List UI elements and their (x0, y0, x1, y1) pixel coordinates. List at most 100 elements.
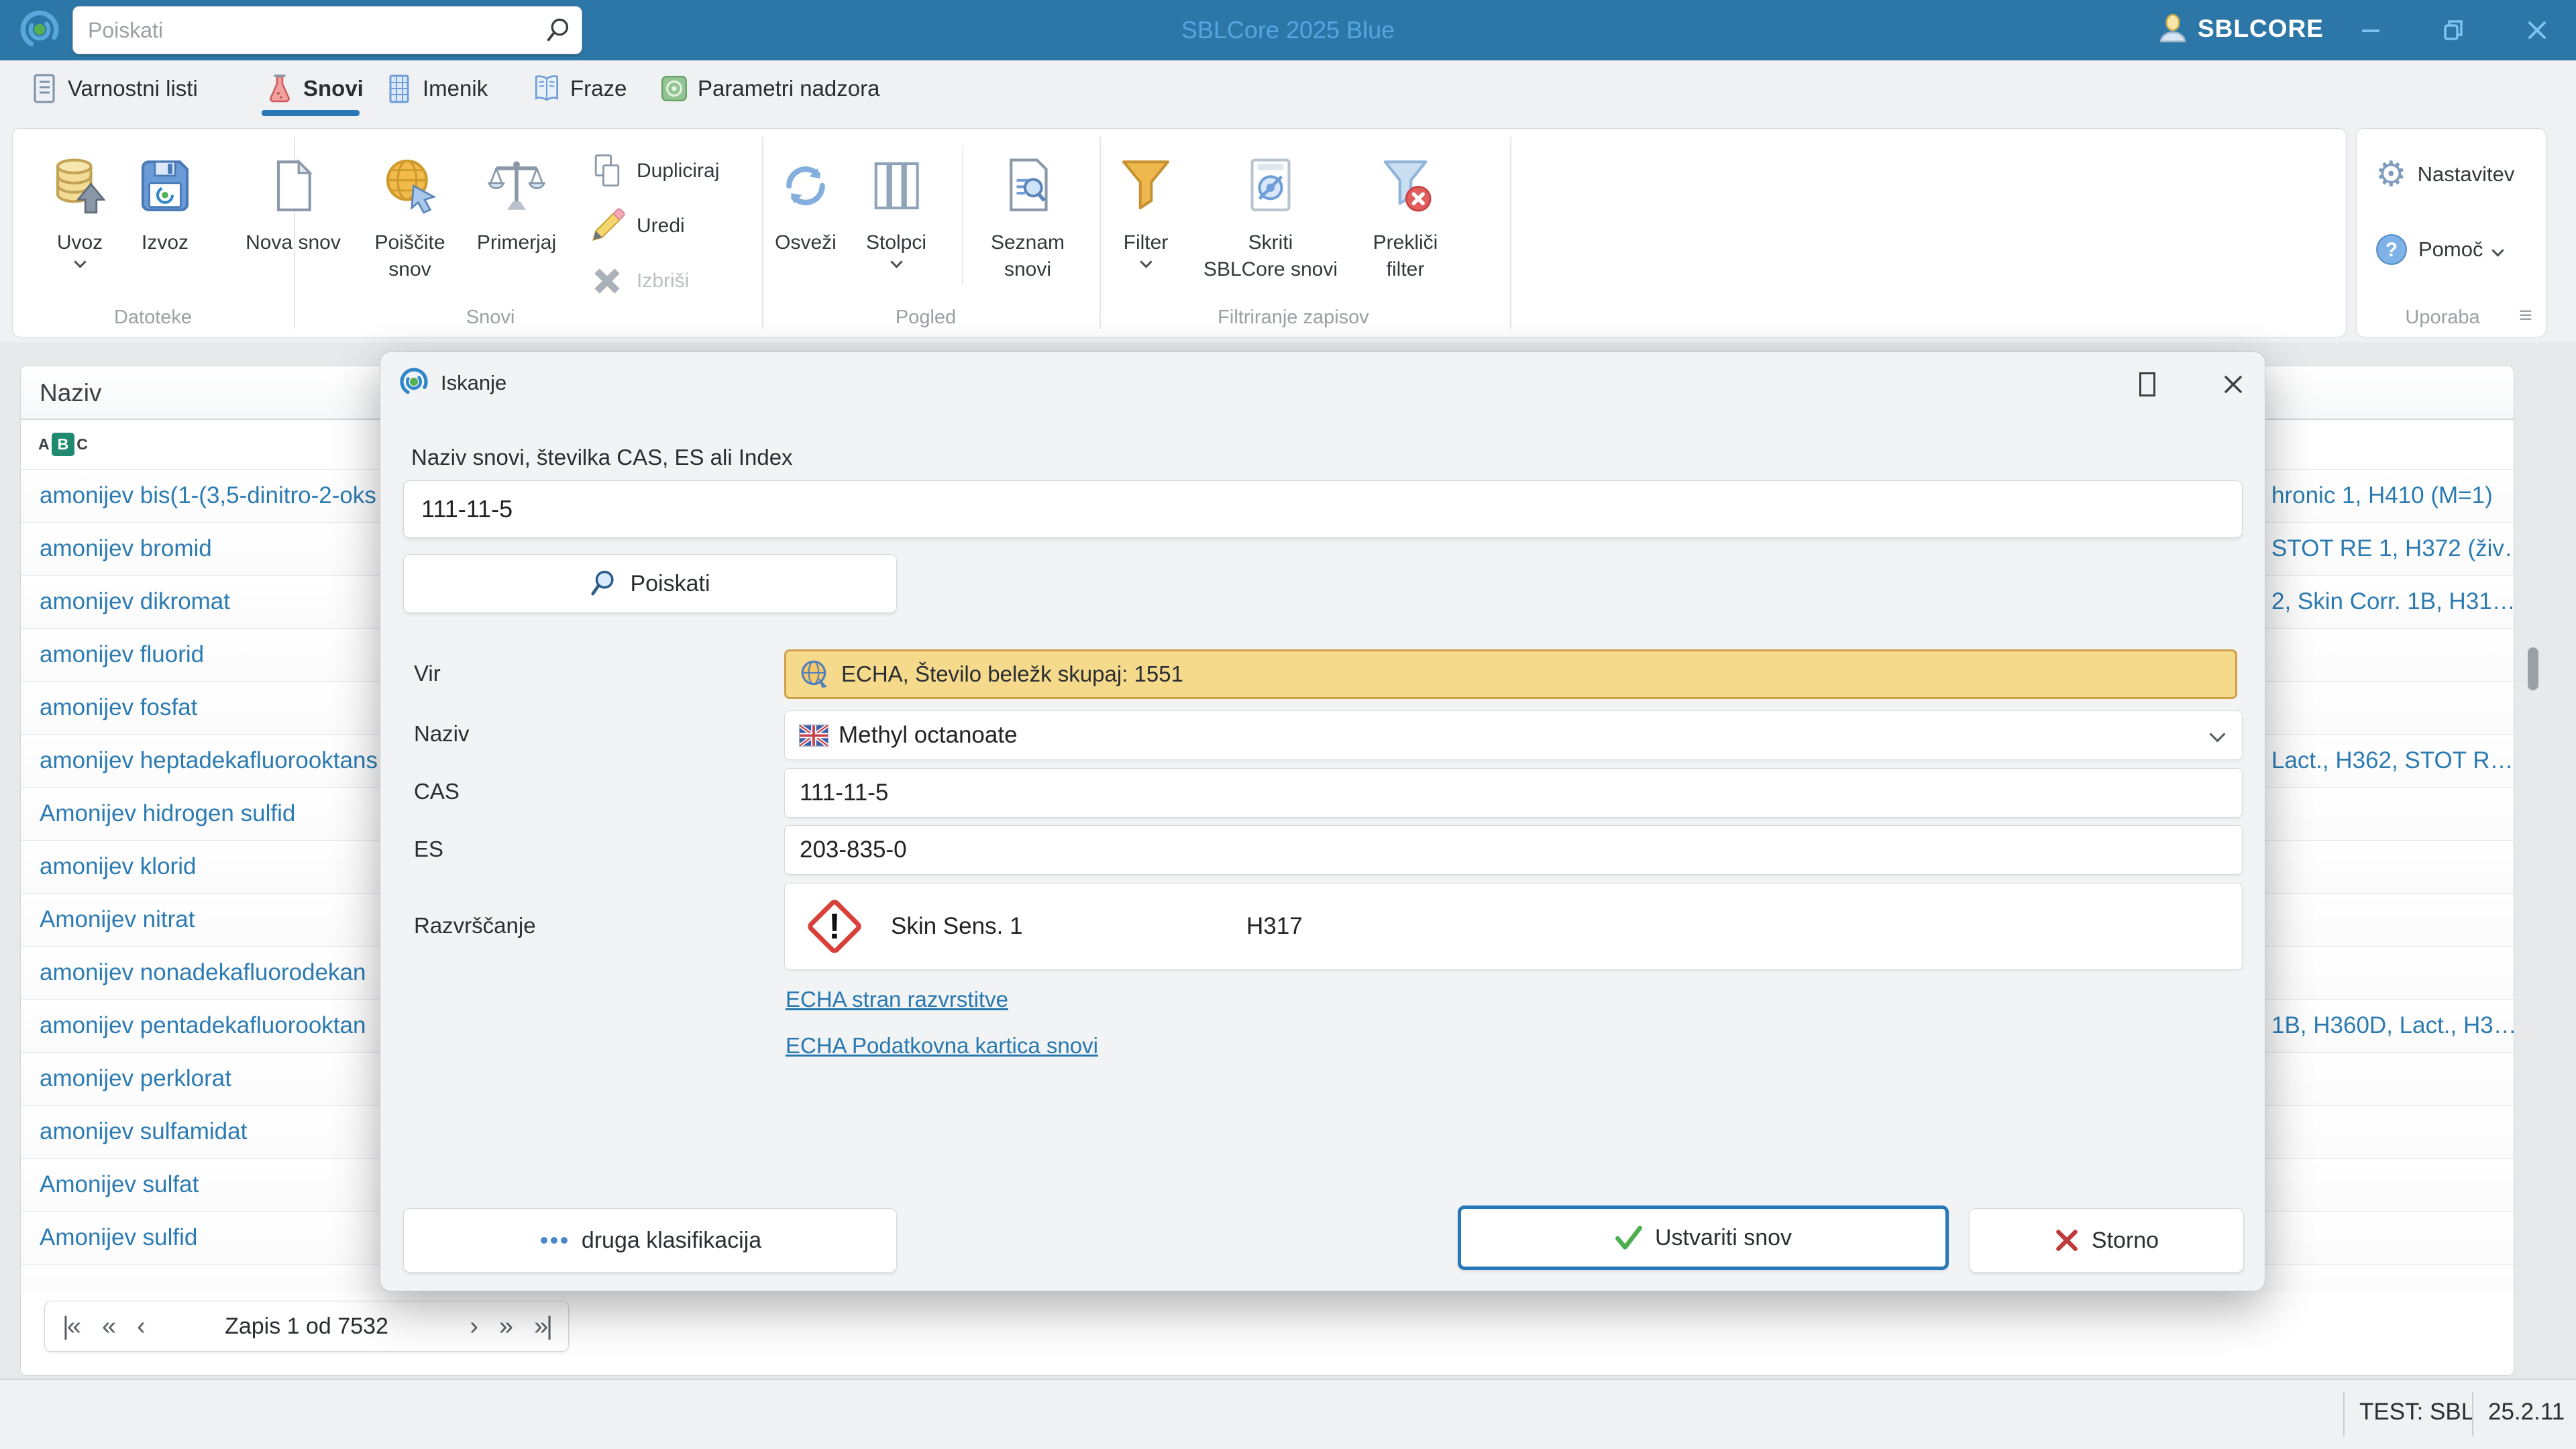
dialog-close-button[interactable] (2218, 370, 2248, 399)
text-filter-icon: ABC (38, 433, 88, 456)
chevron-down-icon (1139, 256, 1152, 268)
echa-classification-link[interactable]: ECHA stran razvrstitve (786, 987, 1008, 1012)
tab-varnostni-listi[interactable]: Varnostni listi (30, 60, 198, 117)
help-button[interactable]: ? Pomoč (2375, 233, 2505, 266)
substance-name: amonijev heptadekafluorooktans (40, 747, 378, 773)
find-substance-button[interactable]: Poiščite snov (360, 146, 460, 283)
button-label: Uredi (637, 215, 685, 237)
dialog-title: Iskanje (441, 371, 507, 394)
funnel-cancel-icon (1383, 160, 1432, 212)
vertical-scrollbar-thumb[interactable] (2528, 647, 2538, 690)
cancel-button[interactable]: Storno (1969, 1208, 2244, 1273)
button-label: Izbriši (637, 270, 690, 292)
substance-name: amonijev fluorid (40, 641, 205, 667)
tab-label: Parametri nadzora (698, 76, 880, 101)
filter-button[interactable]: Filter (1095, 146, 1196, 268)
book-icon (535, 75, 559, 101)
chevron-down-icon (2491, 244, 2505, 257)
minimize-button[interactable] (2347, 12, 2395, 48)
fast-prev-button[interactable]: « (102, 1312, 116, 1341)
export-button[interactable]: Izvoz (115, 146, 215, 256)
group-label: Pogled (895, 307, 957, 328)
substance-list-button[interactable]: Seznam snovi (977, 146, 1078, 283)
source-result-bar[interactable]: ECHA, Število beležk skupaj: 1551 (784, 649, 2237, 699)
name-value: Methyl octanoate (839, 722, 1018, 748)
columns-icon (874, 162, 919, 210)
tab-fraze[interactable]: Fraze (533, 60, 627, 117)
substance-name: amonijev bis(1-(3,5-dinitro-2-oks (40, 482, 376, 508)
app-logo-icon (20, 10, 59, 49)
classification-text: STOT RE 1, H372 (živ… (2271, 535, 2514, 561)
substance-name: amonijev pentadekafluorooktan (40, 1012, 366, 1038)
button-label: Nova snov (246, 231, 341, 254)
classification-label: Razvrščanje (414, 913, 536, 938)
check-icon (1615, 1226, 1642, 1250)
substance-name: amonijev fosfat (40, 694, 198, 720)
vir-label: Vir (414, 661, 441, 686)
close-icon (2528, 21, 2546, 39)
duplicate-button[interactable]: Dupliciraj (588, 149, 719, 193)
create-substance-button[interactable]: Ustvariti snov (1458, 1205, 1949, 1270)
refresh-icon (786, 166, 825, 205)
naziv-label: Naziv (414, 721, 470, 746)
compare-button[interactable]: Primerjaj (466, 146, 567, 256)
substance-name: amonijev dikromat (40, 588, 230, 614)
status-separator (2472, 1392, 2473, 1436)
panel-menu-icon[interactable]: ≡ (2519, 303, 2532, 329)
tab-parametri-nadzora[interactable]: Parametri nadzora (660, 60, 879, 117)
globe-icon (801, 660, 827, 688)
classification-text: 2, Skin Corr. 1B, H31… (2271, 588, 2514, 614)
cas-field[interactable]: 111-11-5 (784, 768, 2243, 818)
record-counter: Zapis 1 od 7532 (225, 1313, 388, 1339)
tab-imenik[interactable]: Imenik (385, 60, 488, 117)
dialog-maximize-button[interactable] (2133, 370, 2162, 399)
main-tab-bar: Varnostni listi Snovi Imenik Fraze Param… (0, 60, 2576, 121)
ghs07-pictogram-icon: ! (808, 900, 861, 953)
cancel-filter-button[interactable]: Prekliči filter (1355, 146, 1456, 283)
button-label: Izvoz (141, 231, 189, 254)
other-classification-button[interactable]: druga klasifikacija (403, 1208, 897, 1273)
button-label: Poiščite snov (374, 231, 445, 280)
delete-button[interactable]: Izbriši (588, 259, 689, 303)
record-navigator: |« « ‹ Zapis 1 od 7532 › » »| (44, 1301, 569, 1352)
es-value: 203-835-0 (800, 837, 907, 863)
close-button[interactable] (2513, 12, 2561, 48)
dialog-search-button[interactable]: Poiskati (403, 554, 897, 613)
button-label: Primerjaj (476, 231, 557, 254)
chevron-down-icon (73, 256, 87, 268)
next-page-button[interactable]: › (470, 1312, 478, 1341)
first-page-button[interactable]: |« (62, 1312, 81, 1341)
group-separator (1510, 137, 1511, 329)
tab-snovi[interactable]: Snovi (266, 60, 364, 117)
name-combobox[interactable]: Methyl octanoate (784, 710, 2243, 760)
user-account[interactable]: SBLCORE (2157, 13, 2324, 44)
settings-button[interactable]: ⚙ Nastavitev (2375, 157, 2514, 192)
fast-next-button[interactable]: » (499, 1312, 513, 1341)
columns-button[interactable]: Stolpci (846, 146, 947, 268)
title-bar: SBLCore 2025 Blue SBLCORE (0, 0, 2576, 60)
search-icon[interactable] (544, 17, 571, 44)
refresh-button[interactable]: Osveži (755, 146, 856, 256)
button-label: Skriti SBLCore snovi (1203, 231, 1338, 280)
es-field[interactable]: 203-835-0 (784, 825, 2243, 875)
echa-datasheet-link[interactable]: ECHA Podatkovna kartica snovi (786, 1033, 1098, 1059)
app-logo-icon (400, 368, 428, 396)
safety-sheet-icon (34, 74, 55, 103)
source-result-text: ECHA, Število beležk skupaj: 1551 (841, 661, 1183, 686)
button-label: Osveži (775, 231, 837, 254)
globe-search-icon (386, 159, 437, 214)
dialog-search-input[interactable] (403, 480, 2243, 538)
edit-button[interactable]: Uredi (588, 204, 685, 248)
new-substance-button[interactable]: Nova snov (243, 146, 343, 256)
status-bar: TEST: SBL 25.2.11 (0, 1379, 2576, 1449)
button-label: druga klasifikacija (581, 1227, 762, 1253)
hide-sblcore-substances-button[interactable]: Skriti SBLCore snovi (1193, 146, 1348, 283)
global-search-input[interactable] (88, 7, 531, 54)
prev-page-button[interactable]: ‹ (137, 1312, 146, 1341)
search-icon (591, 570, 614, 596)
button-label: Seznam snovi (990, 231, 1065, 280)
group-label: Uporaba (2405, 307, 2480, 328)
duplicate-icon (594, 154, 620, 186)
last-page-button[interactable]: »| (534, 1312, 553, 1341)
restore-button[interactable] (2430, 12, 2478, 48)
